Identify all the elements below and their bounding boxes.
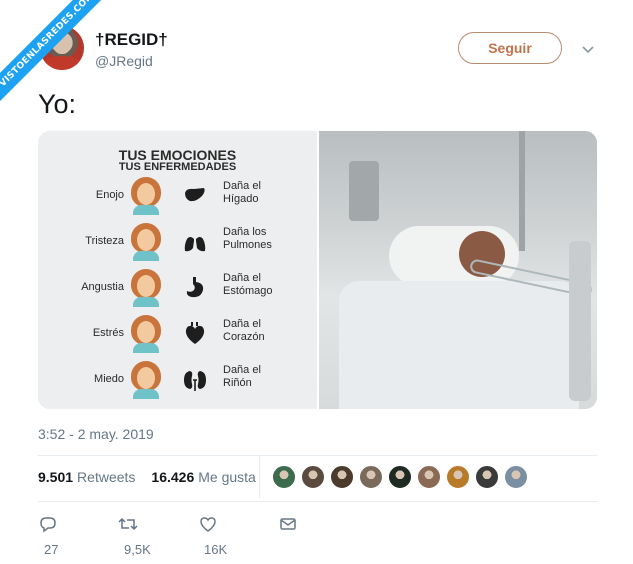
- liker-avatar[interactable]: [475, 465, 499, 489]
- like-button[interactable]: 16K: [198, 515, 227, 557]
- message-button[interactable]: [278, 515, 298, 535]
- liker-avatar[interactable]: [388, 465, 412, 489]
- emotion-label: Miedo: [94, 373, 124, 385]
- liker-avatar[interactable]: [504, 465, 528, 489]
- follow-button[interactable]: Seguir: [458, 32, 562, 64]
- reply-icon: [38, 515, 58, 539]
- liker-avatar[interactable]: [446, 465, 470, 489]
- woman-face-icon: [131, 269, 161, 307]
- organ-line1: Daña el: [223, 272, 261, 284]
- liker-avatar[interactable]: [301, 465, 325, 489]
- bed-sheet: [339, 281, 579, 409]
- tweet-timestamp[interactable]: 3:52 - 2 may. 2019: [38, 426, 154, 442]
- organ-line1: Daña el: [223, 318, 261, 330]
- infographic-row: Enojo Daña el Hígado: [38, 175, 317, 219]
- woman-face-icon: [131, 315, 161, 353]
- woman-face-icon: [131, 223, 161, 261]
- infographic-row: Angustia Daña el Estómago: [38, 267, 317, 311]
- organ-text: Daña el Estómago: [223, 272, 273, 298]
- divider: [38, 501, 597, 502]
- tweet-media[interactable]: TUS EMOCIONES TUS ENFERMEDADES Enojo Dañ…: [38, 131, 597, 409]
- retweets-label[interactable]: Retweets: [77, 469, 135, 485]
- organ-text: Daña el Corazón: [223, 318, 265, 344]
- divider: [38, 455, 597, 456]
- infographic-subtitle: TUS ENFERMEDADES: [118, 161, 237, 173]
- heart-outline-icon: [198, 515, 218, 539]
- infographic-image[interactable]: TUS EMOCIONES TUS ENFERMEDADES Enojo Dañ…: [38, 131, 317, 409]
- woman-face-icon: [131, 361, 161, 399]
- lungs-icon: [182, 229, 208, 255]
- liker-avatar[interactable]: [272, 465, 296, 489]
- watermark-ribbon: VISTOENLASREDES.COM: [0, 0, 120, 120]
- liker-avatar[interactable]: [417, 465, 441, 489]
- organ-text: Daña el Riñón: [223, 364, 261, 390]
- organ-line2: Corazón: [223, 331, 265, 343]
- reply-button[interactable]: 27: [38, 515, 58, 557]
- emotion-label: Enojo: [95, 189, 124, 201]
- watermark-text: VISTOENLASREDES.COM: [0, 0, 115, 108]
- retweets-count[interactable]: 9.501: [38, 469, 73, 485]
- medical-monitor: [349, 161, 379, 221]
- organ-line2: Hígado: [223, 193, 259, 205]
- likes-count[interactable]: 16.426: [151, 469, 194, 485]
- organ-line2: Estómago: [223, 285, 273, 297]
- organ-text: Daña el Hígado: [223, 180, 261, 206]
- emotion-label: Estrés: [92, 327, 124, 339]
- emotion-label: Tristeza: [85, 235, 124, 247]
- bed-rail: [569, 241, 591, 401]
- kidneys-icon: [182, 367, 208, 393]
- infographic-row: Tristeza Daña los Pulmones: [38, 221, 317, 265]
- liver-icon: [182, 183, 208, 209]
- stats-divider: [259, 456, 260, 498]
- organ-line1: Daña el: [223, 364, 261, 376]
- woman-face-icon: [131, 177, 161, 215]
- infographic-row: Miedo Daña el Riñón: [38, 359, 317, 403]
- retweet-count: 9,5K: [124, 541, 151, 557]
- tweet-stats: 9.501 Retweets 16.426 Me gusta: [38, 469, 272, 485]
- retweet-button[interactable]: 9,5K: [118, 515, 151, 557]
- emotion-label: Angustia: [81, 281, 124, 293]
- organ-line2: Riñón: [223, 377, 252, 389]
- iv-pole: [519, 131, 525, 251]
- stomach-icon: [182, 275, 208, 301]
- organ-line1: Daña los: [223, 226, 267, 238]
- likes-label[interactable]: Me gusta: [198, 469, 256, 485]
- liker-avatar[interactable]: [359, 465, 383, 489]
- like-count: 16K: [204, 541, 228, 557]
- heart-icon: [182, 321, 208, 347]
- chevron-down-icon[interactable]: [581, 42, 595, 56]
- organ-line2: Pulmones: [223, 239, 272, 251]
- reply-count: 27: [44, 541, 59, 557]
- envelope-icon: [278, 515, 298, 539]
- infographic-row: Estrés Daña el Corazón: [38, 313, 317, 357]
- liker-avatar[interactable]: [330, 465, 354, 489]
- organ-line1: Daña el: [223, 180, 261, 192]
- organ-text: Daña los Pulmones: [223, 226, 272, 252]
- retweet-icon: [118, 515, 138, 539]
- hospital-photo[interactable]: [319, 131, 597, 409]
